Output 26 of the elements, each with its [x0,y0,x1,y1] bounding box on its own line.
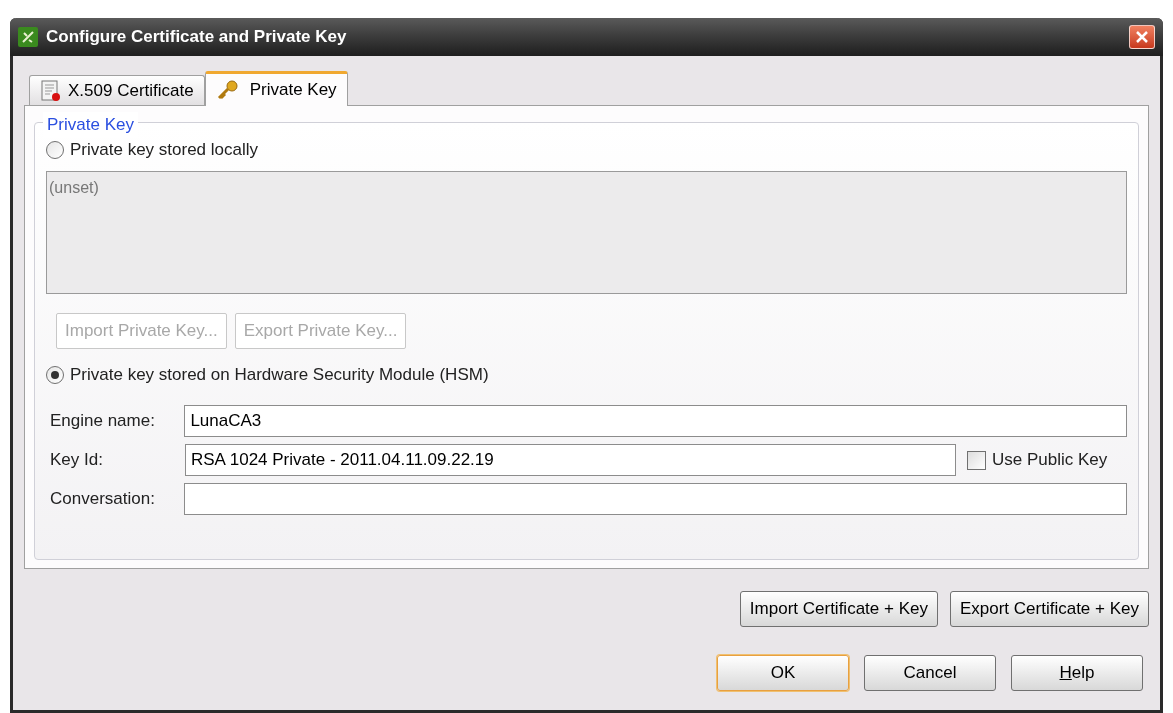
radio-label: Private key stored locally [70,139,259,162]
placeholder-text: (unset) [49,179,99,196]
field-label: Engine name: [50,410,156,433]
dialog-button[interactable]: Help [1011,655,1143,691]
window-title: Configure Certificate and Private Key [46,26,348,49]
radio-label: Private key stored on Hardware Security Module (HSM) [70,364,489,387]
checkbox-label: Use Public Key [992,449,1108,472]
radio-button[interactable] [46,366,64,384]
app-icon [18,27,38,47]
tab[interactable]: X.509 Certificate [29,75,205,105]
input-field[interactable]: LunaCA3 [184,405,1127,437]
tab[interactable]: Private Key [204,71,348,106]
radio-button[interactable] [46,141,64,159]
certificate-icon [40,79,62,102]
close-icon [1136,31,1148,43]
action-button[interactable]: Import Certificate + Key [739,591,938,627]
input-field[interactable]: RSA 1024 Private - 2011.04.11.09.22.19 [185,444,956,476]
action-button[interactable]: Export Certificate + Key [949,591,1149,627]
input-field[interactable] [184,483,1127,515]
field-label: Conversation: [50,488,156,511]
dialog-button[interactable]: OK [717,655,849,691]
close-button[interactable] [1129,25,1155,49]
checkbox[interactable] [967,450,986,470]
field-label: Key Id: [50,449,104,472]
dialog-button[interactable]: Cancel [864,655,996,691]
key-icon [215,79,240,101]
